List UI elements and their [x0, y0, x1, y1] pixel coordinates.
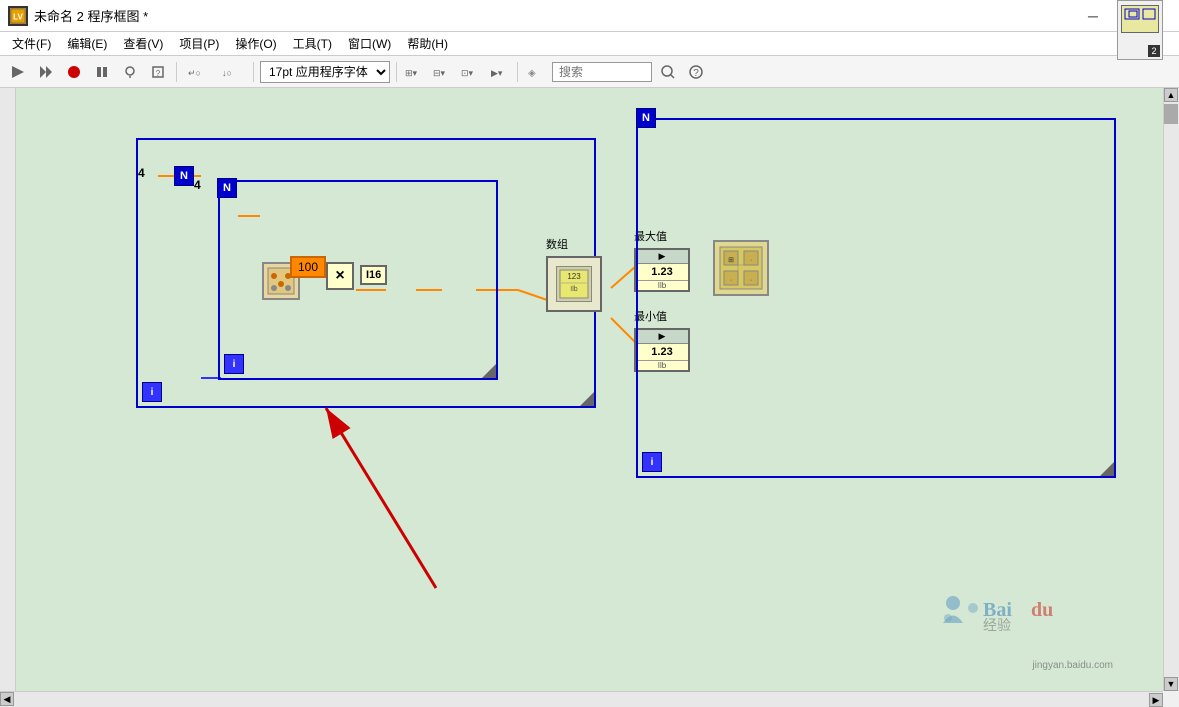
highlight-button[interactable]: ◈ — [524, 60, 548, 84]
order-button[interactable]: ▶▾ — [487, 60, 511, 84]
menu-file[interactable]: 文件(F) — [4, 33, 59, 54]
outer-i-terminal: i — [142, 382, 162, 402]
probe-button[interactable]: ? — [146, 60, 170, 84]
search-button[interactable] — [656, 60, 680, 84]
align-button[interactable]: ⊞▾ — [403, 60, 427, 84]
title-bar-left: LV 未命名 2 程序框图 * — [8, 6, 148, 26]
app-icon: LV — [8, 6, 28, 26]
scrollbar-bottom[interactable]: ◀ ▶ — [0, 691, 1163, 707]
ruler-left — [0, 88, 16, 691]
watermark-url: jingyan.baidu.com — [1032, 660, 1113, 671]
outer-loop-corner — [580, 392, 594, 406]
svg-text:123: 123 — [567, 272, 581, 281]
toolbar: ? ↵○ ↓○ 17pt 应用程序字体 ⊞▾ ⊟▾ ⊡▾ ▶▾ ◈ — [0, 56, 1179, 88]
menu-window[interactable]: 窗口(W) — [340, 33, 399, 54]
thumbnail-panel[interactable]: 2 — [1117, 0, 1163, 60]
thumbnail-view — [1121, 5, 1159, 33]
toolbar-separator-4 — [517, 62, 518, 82]
svg-text:?: ? — [693, 68, 699, 79]
menu-help[interactable]: 帮助(H) — [399, 33, 456, 54]
menu-view[interactable]: 查看(V) — [115, 33, 171, 54]
menu-operate[interactable]: 操作(O) — [227, 33, 284, 54]
svg-text:·: · — [750, 257, 752, 264]
font-selector[interactable]: 17pt 应用程序字体 — [260, 61, 390, 83]
inner-i-terminal: i — [224, 354, 244, 374]
array-block[interactable]: 123 Ilb — [546, 256, 602, 312]
step-over-button[interactable]: ↵○ — [183, 60, 213, 84]
menu-bar: 文件(F) 编辑(E) 查看(V) 项目(P) 操作(O) 工具(T) 窗口(W… — [0, 32, 1179, 56]
svg-text:↓○: ↓○ — [222, 68, 232, 78]
svg-text:◈: ◈ — [528, 68, 536, 79]
svg-text:⊞: ⊞ — [728, 257, 734, 264]
thumbnail-badge: 2 — [1148, 45, 1160, 57]
array-label: 数组 — [546, 236, 568, 252]
right-loop-corner — [1100, 462, 1114, 476]
right-n-terminal: N — [636, 108, 656, 128]
scrollbar-right[interactable]: ▲ ▼ — [1163, 88, 1179, 691]
run-button[interactable] — [6, 60, 30, 84]
light-bulb-button[interactable] — [118, 60, 142, 84]
search-input[interactable] — [552, 62, 652, 82]
inner-for-loop[interactable]: × 100 I16 i — [218, 180, 498, 380]
multiply-node[interactable]: × — [326, 262, 354, 290]
svg-text:↵○: ↵○ — [188, 68, 201, 78]
distribute-button[interactable]: ⊟▾ — [431, 60, 455, 84]
resize-button[interactable]: ⊡▾ — [459, 60, 483, 84]
inner-loop-corner — [482, 364, 496, 378]
right-for-loop[interactable]: N ⊞ · · · i — [636, 118, 1116, 478]
watermark: Bai du 经验 — [933, 588, 1113, 651]
cluster-block[interactable]: ⊞ · · · — [713, 240, 769, 296]
toolbar-separator-3 — [396, 62, 397, 82]
svg-text:Bai: Bai — [983, 599, 1012, 621]
svg-text:du: du — [1031, 599, 1053, 621]
lv-canvas[interactable]: 4 N 4 N × — [16, 88, 1163, 691]
menu-project[interactable]: 项目(P) — [171, 33, 227, 54]
pause-button[interactable] — [90, 60, 114, 84]
svg-text:⊟▾: ⊟▾ — [433, 68, 446, 78]
svg-text:LV: LV — [13, 12, 23, 21]
svg-text:?: ? — [156, 69, 161, 78]
svg-text:·: · — [730, 277, 732, 284]
title-bar: LV 未命名 2 程序框图 * ─ □ ✕ — [0, 0, 1179, 32]
toolbar-separator-2 — [253, 62, 254, 82]
type-cast-node[interactable]: I16 — [360, 265, 387, 285]
inner-count-value[interactable]: 4 — [194, 178, 201, 192]
svg-text:·: · — [750, 277, 752, 284]
abort-button[interactable] — [62, 60, 86, 84]
step-into-button[interactable]: ↓○ — [217, 60, 247, 84]
svg-text:▶▾: ▶▾ — [491, 68, 503, 78]
svg-text:⊞▾: ⊞▾ — [405, 68, 418, 78]
toolbar-separator-1 — [176, 62, 177, 82]
svg-text:Ilb: Ilb — [570, 286, 578, 293]
number-constant[interactable]: 100 — [290, 256, 326, 278]
right-i-terminal: i — [642, 452, 662, 472]
run-continuously-button[interactable] — [34, 60, 58, 84]
svg-text:经验: 经验 — [983, 618, 1011, 634]
menu-edit[interactable]: 编辑(E) — [59, 33, 115, 54]
window-title: 未命名 2 程序框图 * — [34, 6, 148, 25]
minimize-button[interactable]: ─ — [1079, 6, 1107, 26]
menu-tools[interactable]: 工具(T) — [285, 33, 340, 54]
red-arrow — [316, 398, 656, 598]
help-button[interactable]: ? — [684, 60, 708, 84]
svg-text:⊡▾: ⊡▾ — [461, 68, 474, 78]
outer-for-loop[interactable]: 4 N × 100 I16 — [136, 138, 596, 408]
